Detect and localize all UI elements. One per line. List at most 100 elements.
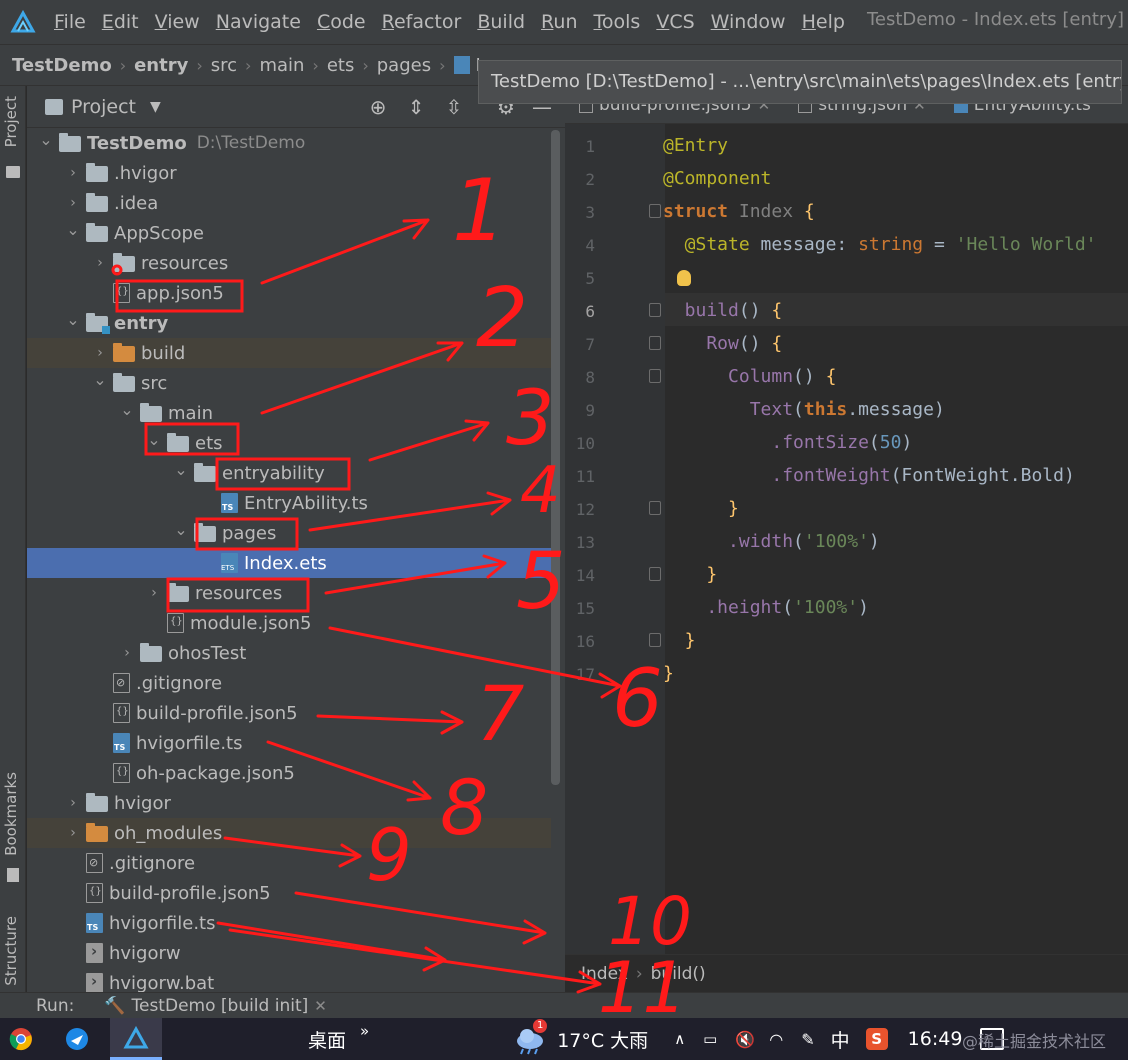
tree-node[interactable]: › .idea (27, 188, 551, 218)
weather-icon[interactable]: 1 (513, 1019, 549, 1057)
wifi-icon[interactable]: ◠ (769, 1030, 783, 1049)
chevron-right-icon[interactable]: › (118, 645, 136, 661)
fold-marker-icon[interactable] (649, 369, 661, 383)
weather-text[interactable]: 17°C 大雨 (557, 1026, 648, 1053)
tree-node[interactable]: › oh_modules (27, 818, 551, 848)
breadcrumb-item[interactable]: TestDemo (12, 55, 112, 76)
collapse-all-icon[interactable]: ⇳ (443, 96, 465, 118)
menu-item-file[interactable]: File (46, 0, 94, 44)
pen-icon[interactable]: ✎ (801, 1030, 814, 1049)
project-tree-scrollbar[interactable] (551, 130, 560, 785)
tree-node[interactable]: oh-package.json5 (27, 758, 551, 788)
breadcrumb-item[interactable]: src (211, 55, 237, 76)
bookmarks-tool-button[interactable]: Bookmarks (2, 772, 20, 856)
chevron-down-icon[interactable]: ⌄ (64, 220, 82, 239)
chevron-down-icon[interactable]: ⌄ (37, 130, 55, 149)
lightbulb-icon[interactable] (677, 270, 691, 286)
fold-marker-icon[interactable] (649, 633, 661, 647)
menu-item-build[interactable]: Build (469, 0, 533, 44)
chevron-down-icon[interactable]: ▼ (150, 99, 161, 115)
tree-node[interactable]: .gitignore (27, 848, 551, 878)
sogou-input-icon[interactable]: S (865, 1028, 888, 1050)
project-view-title[interactable]: Project (71, 96, 136, 118)
mute-speaker-icon[interactable]: 🔇 (735, 1030, 755, 1049)
chevron-down-icon[interactable]: ⌄ (145, 430, 163, 449)
tree-node[interactable]: EntryAbility.ts (27, 488, 551, 518)
tree-node[interactable]: ⌄ entryability (27, 458, 551, 488)
tree-node[interactable]: › hvigor (27, 788, 551, 818)
chevron-down-icon[interactable]: ⌄ (172, 520, 190, 539)
menu-item-code[interactable]: Code (309, 0, 374, 44)
run-tab[interactable]: 🔨 TestDemo [build init] ✕ (104, 996, 327, 1016)
menu-item-run[interactable]: Run (533, 0, 585, 44)
tree-node[interactable]: app.json5 (27, 278, 551, 308)
desktop-label[interactable]: 桌面 (308, 1026, 346, 1053)
editor-breadcrumb-item[interactable]: Index (581, 964, 628, 984)
tree-node[interactable]: .gitignore (27, 668, 551, 698)
fold-marker-icon[interactable] (649, 336, 661, 350)
fold-marker-icon[interactable] (649, 501, 661, 515)
chevron-right-icon[interactable]: › (145, 585, 163, 601)
tree-node[interactable]: ⌄ pages (27, 518, 551, 548)
chevron-right-icon[interactable]: › (64, 825, 82, 841)
menu-item-view[interactable]: View (147, 0, 208, 44)
tree-node[interactable]: build-profile.json5 (27, 878, 551, 908)
fold-marker-icon[interactable] (649, 204, 661, 218)
tree-node[interactable]: ⌄ ets (27, 428, 551, 458)
tree-node[interactable]: › build (27, 338, 551, 368)
tree-node[interactable]: module.json5 (27, 608, 551, 638)
tree-node[interactable]: hvigorw (27, 938, 551, 968)
menu-item-window[interactable]: Window (703, 0, 794, 44)
editor-breadcrumb-item[interactable]: build() (651, 964, 706, 984)
menu-mnemonic: V (154, 11, 168, 33)
breadcrumb-item[interactable]: main (259, 55, 304, 76)
expand-all-icon[interactable]: ⇕ (405, 96, 427, 118)
structure-tool-button[interactable]: Structure (2, 916, 20, 986)
toolbar-chevron[interactable]: » (360, 1022, 369, 1040)
tree-node[interactable]: ⌄ TestDemo D:\TestDemo (27, 128, 551, 158)
tree-node[interactable]: hvigorfile.ts (27, 908, 551, 938)
chevron-down-icon[interactable]: ⌄ (91, 370, 109, 389)
menu-item-refactor[interactable]: Refactor (374, 0, 470, 44)
tree-node[interactable]: build-profile.json5 (27, 698, 551, 728)
tree-node[interactable]: hvigorw.bat (27, 968, 551, 992)
tree-node[interactable]: ⌄ main (27, 398, 551, 428)
breadcrumb-item[interactable]: pages (377, 55, 431, 76)
tree-node[interactable]: ⌄ src (27, 368, 551, 398)
tree-node[interactable]: › resources (27, 578, 551, 608)
menu-item-help[interactable]: Help (794, 0, 853, 44)
battery-icon[interactable]: ▭ (703, 1030, 717, 1048)
chevron-down-icon[interactable]: ⌄ (118, 400, 136, 419)
chevron-down-icon[interactable]: ⌄ (64, 310, 82, 329)
chevron-right-icon[interactable]: › (91, 255, 109, 271)
fold-marker-icon[interactable] (649, 303, 661, 317)
chrome-icon[interactable] (0, 1018, 42, 1060)
ime-indicator[interactable]: 中 (831, 1026, 850, 1053)
tree-node[interactable]: › ohosTest (27, 638, 551, 668)
menu-item-navigate[interactable]: Navigate (208, 0, 309, 44)
close-icon[interactable]: ✕ (314, 997, 327, 1015)
tree-node[interactable]: hvigorfile.ts (27, 728, 551, 758)
chevron-right-icon[interactable]: › (91, 345, 109, 361)
chevron-right-icon[interactable]: › (64, 795, 82, 811)
project-tool-button[interactable]: Project (2, 96, 20, 147)
chevron-right-icon[interactable]: › (64, 165, 82, 181)
tree-node[interactable]: Index.ets (27, 548, 551, 578)
breadcrumb-item[interactable]: entry (134, 55, 188, 76)
feishu-icon[interactable] (56, 1018, 98, 1060)
clock-time[interactable]: 16:49 (908, 1028, 963, 1050)
tree-node[interactable]: › .hvigor (27, 158, 551, 188)
tree-node[interactable]: ⌄ entry (27, 308, 551, 338)
chevron-up-icon[interactable]: ∧ (674, 1030, 685, 1048)
chevron-down-icon[interactable]: ⌄ (172, 460, 190, 479)
breadcrumb-item[interactable]: ets (327, 55, 355, 76)
chevron-right-icon[interactable]: › (64, 195, 82, 211)
deveco-studio-icon[interactable] (110, 1018, 162, 1060)
menu-item-tools[interactable]: Tools (586, 0, 649, 44)
tree-node[interactable]: ⌄ AppScope (27, 218, 551, 248)
tree-node[interactable]: › resources (27, 248, 551, 278)
menu-item-vcs[interactable]: VCS (648, 0, 702, 44)
menu-item-edit[interactable]: Edit (94, 0, 147, 44)
fold-marker-icon[interactable] (649, 567, 661, 581)
locate-target-icon[interactable]: ⊕ (367, 96, 389, 118)
